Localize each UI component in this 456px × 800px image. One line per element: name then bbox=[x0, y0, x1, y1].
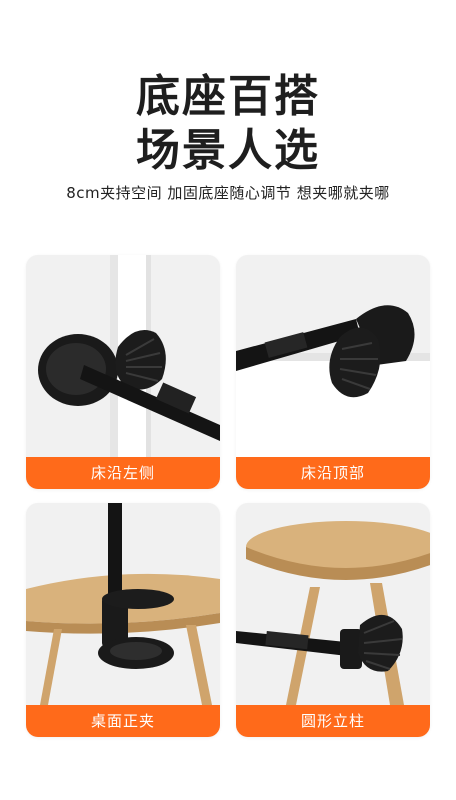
round-post-clamp-illustration bbox=[236, 503, 430, 705]
scene-card-bed-side: 床沿左侧 bbox=[26, 255, 220, 489]
scene-card-tabletop: 桌面正夹 bbox=[26, 503, 220, 737]
scene-card-bed-top: 床沿顶部 bbox=[236, 255, 430, 489]
scene-label-bed-side: 床沿左侧 bbox=[26, 457, 220, 489]
scene-label-tabletop: 桌面正夹 bbox=[26, 705, 220, 737]
tabletop-clamp-illustration bbox=[26, 503, 220, 705]
scene-label-round-post: 圆形立柱 bbox=[236, 705, 430, 737]
bed-side-clamp-illustration bbox=[26, 255, 220, 457]
bed-top-clamp-illustration bbox=[236, 255, 430, 457]
headline-line-2: 场景人选 bbox=[136, 125, 320, 176]
subtitle: 8cm夹持空间 加固底座随心调节 想夹哪就夹哪 bbox=[66, 184, 390, 202]
scene-label-bed-top: 床沿顶部 bbox=[236, 457, 430, 489]
scene-card-round-post: 圆形立柱 bbox=[236, 503, 430, 737]
